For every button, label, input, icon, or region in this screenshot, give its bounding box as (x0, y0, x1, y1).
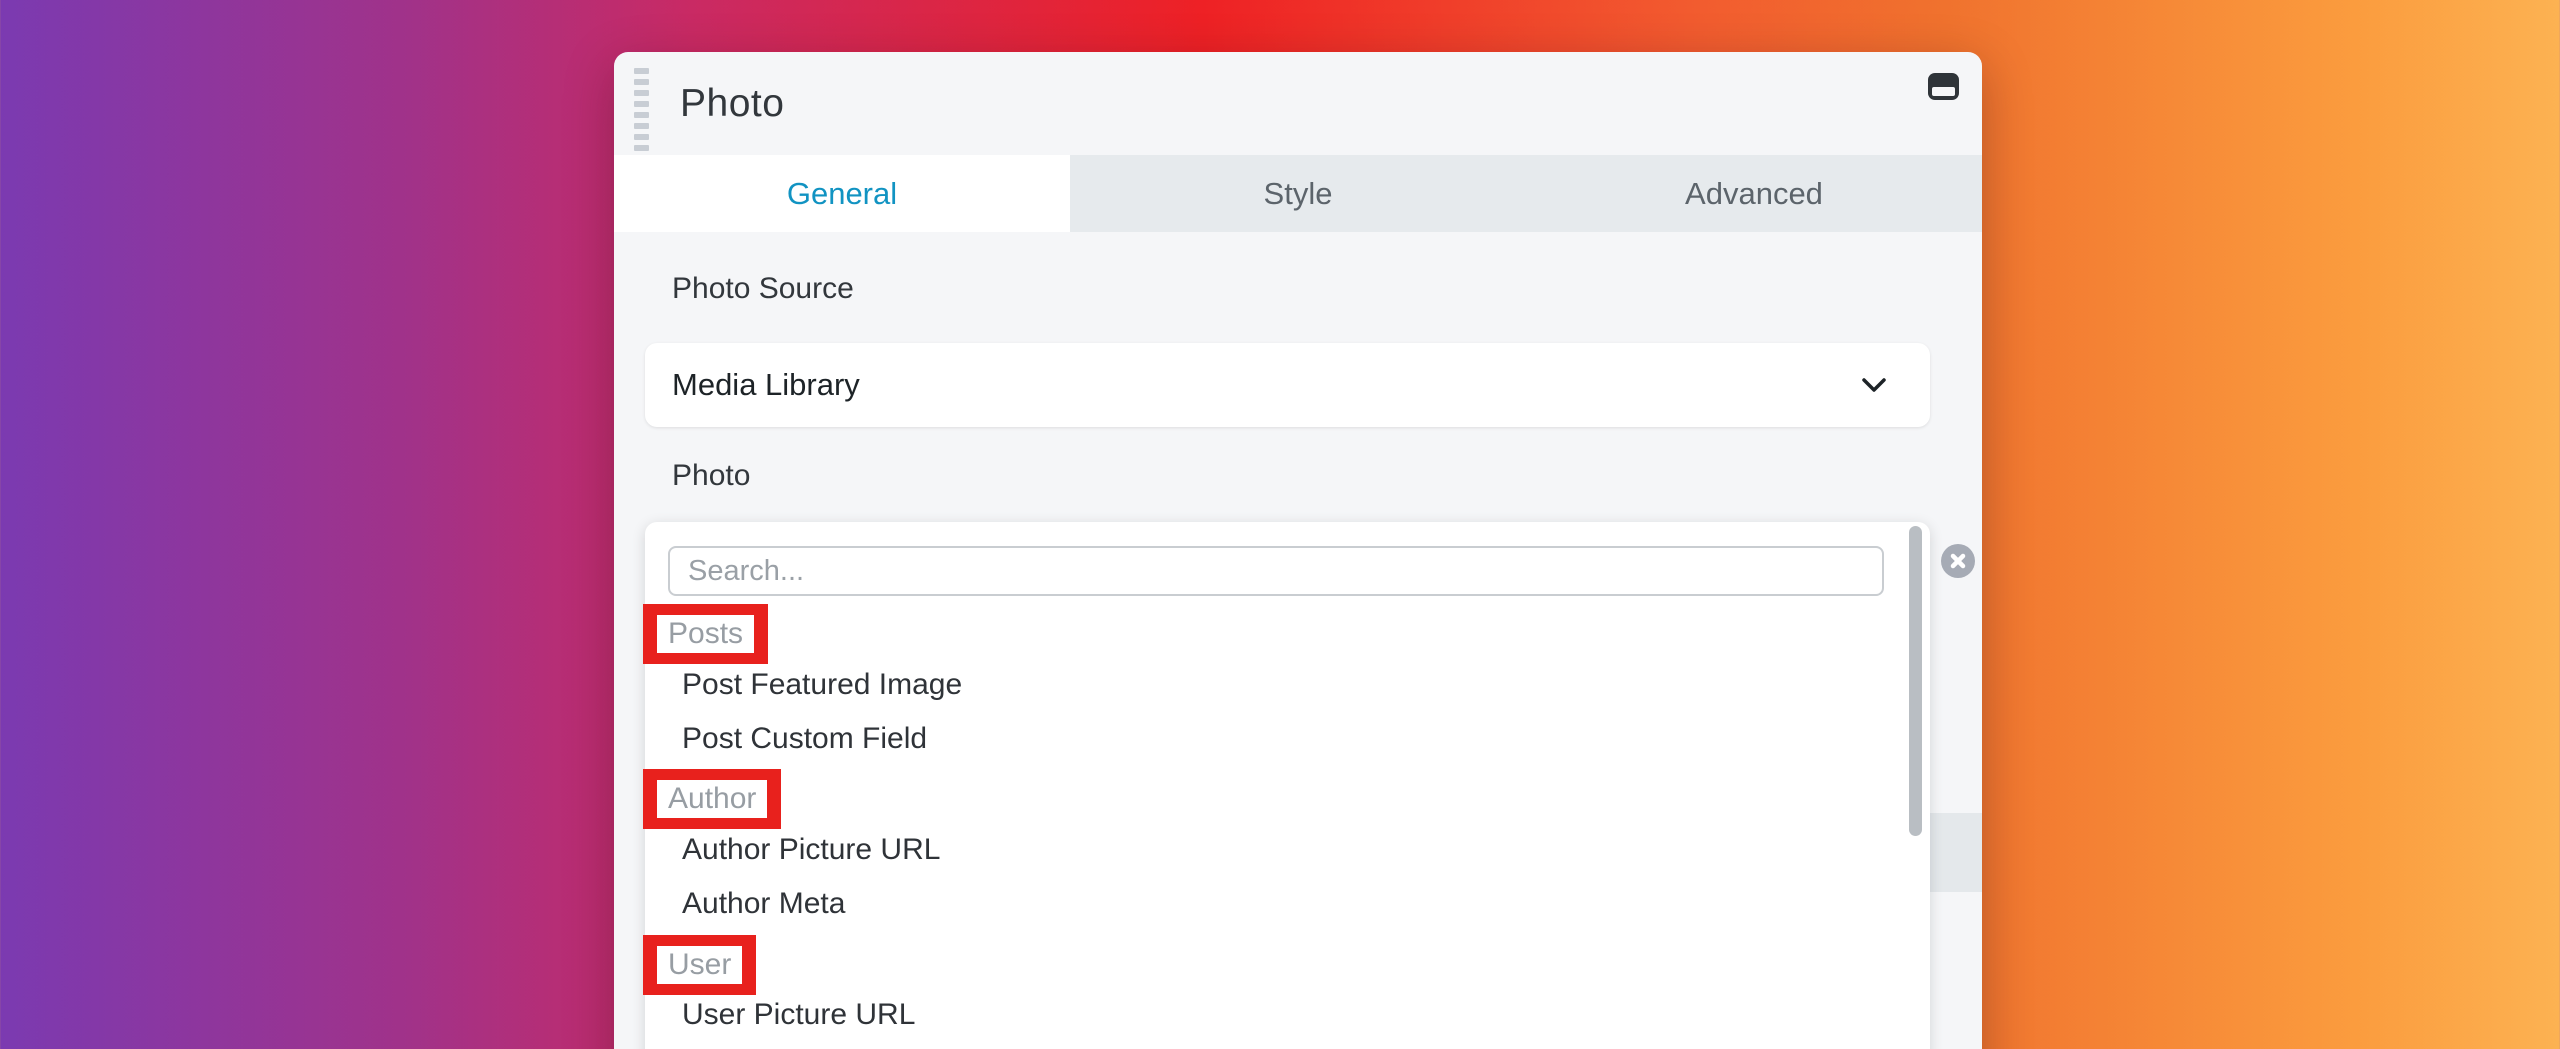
clear-selection-button[interactable] (1941, 544, 1975, 578)
photo-source-label: Photo Source (672, 272, 854, 306)
annotation-highlight-posts: Posts (643, 604, 768, 664)
annotation-highlight-author: Author (643, 769, 781, 829)
option-post-featured-image[interactable]: Post Featured Image (682, 667, 962, 703)
section-divider-band (1930, 813, 1982, 892)
group-label-user: User (657, 946, 742, 984)
group-label-posts: Posts (657, 615, 754, 653)
tab-bar: General Style Advanced (614, 155, 1982, 232)
option-author-meta[interactable]: Author Meta (682, 886, 845, 922)
panel-header: Photo (614, 52, 1982, 155)
photo-select-dropdown: Posts Post Featured Image Post Custom Fi… (645, 522, 1930, 1049)
option-author-picture-url[interactable]: Author Picture URL (682, 832, 940, 868)
annotation-highlight-user: User (643, 935, 756, 995)
window-toggle-icon[interactable] (1928, 73, 1959, 100)
scrollbar-thumb[interactable] (1909, 526, 1922, 836)
photo-source-value: Media Library (672, 367, 1862, 403)
drag-handle-icon[interactable] (634, 68, 650, 151)
option-user-picture-url[interactable]: User Picture URL (682, 997, 915, 1033)
photo-module-settings-panel: Photo General Style Advanced Photo Sourc… (614, 52, 1982, 1049)
group-label-author: Author (657, 780, 767, 818)
photo-label: Photo (672, 459, 750, 493)
chevron-down-icon (1862, 378, 1886, 392)
tab-style[interactable]: Style (1070, 155, 1526, 232)
search-input[interactable] (668, 546, 1884, 596)
close-icon (1950, 553, 1966, 569)
tab-advanced[interactable]: Advanced (1526, 155, 1982, 232)
photo-source-select[interactable]: Media Library (645, 343, 1930, 427)
option-post-custom-field[interactable]: Post Custom Field (682, 721, 927, 757)
panel-title: Photo (680, 52, 784, 155)
tab-general[interactable]: General (614, 155, 1070, 232)
